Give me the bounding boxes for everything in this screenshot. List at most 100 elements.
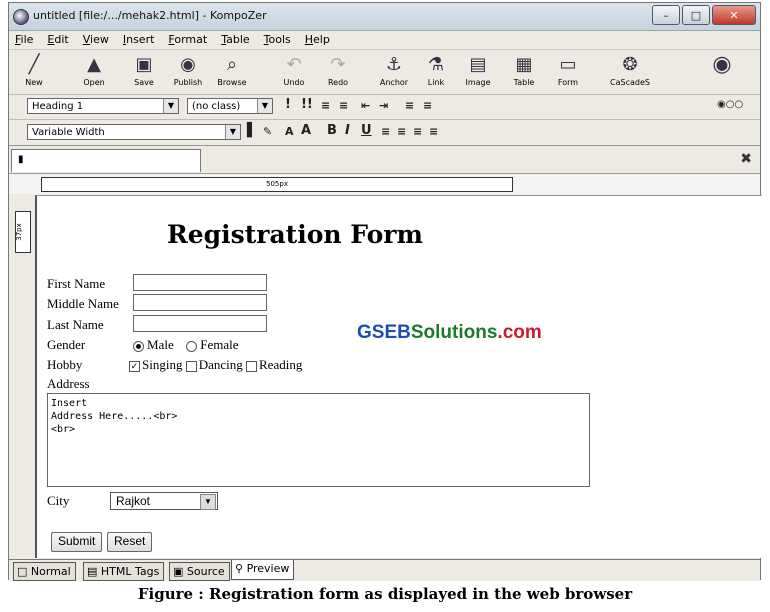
paragraph-format-select[interactable]: Heading 1 ▼ xyxy=(27,98,179,114)
composition-toolbar: ╱ New ▲ Open ▣ Save ◉ Publish ⌕ Browse ↶ Undo ↷ Redo ⚓… xyxy=(9,49,760,95)
definition-desc-icon[interactable]: ≡ xyxy=(423,99,432,112)
minimize-button[interactable]: – xyxy=(652,5,680,25)
document-tab[interactable]: ▮ xyxy=(11,149,201,172)
open-button[interactable]: ▲ Open xyxy=(71,54,117,87)
reset-button[interactable]: Reset xyxy=(107,532,153,552)
table-button[interactable]: ▦ Table xyxy=(501,54,547,87)
status-icons: ◉○○ xyxy=(717,99,744,110)
new-button-label: New xyxy=(25,78,43,87)
male-radio[interactable] xyxy=(133,340,144,352)
menu-format[interactable]: Format xyxy=(168,31,207,49)
ordered-list-icon[interactable]: ≡ xyxy=(339,99,348,112)
menu-help[interactable]: Help xyxy=(305,31,330,49)
anchor-icon: ⚓ xyxy=(385,54,403,75)
hobby-label: Hobby xyxy=(47,357,83,372)
document-tabs: ▮ ✖ xyxy=(9,147,760,173)
link-icon: ⚗ xyxy=(427,54,445,75)
undo-icon: ↶ xyxy=(286,54,302,75)
align-left-icon[interactable]: ≡ xyxy=(381,125,390,138)
width-indicator: 505px xyxy=(41,177,513,192)
redo-button[interactable]: ↷ Redo xyxy=(315,54,361,87)
menu-table[interactable]: Table xyxy=(221,31,249,49)
vertical-ruler: 37px xyxy=(15,211,31,253)
browse-icon: ⌕ xyxy=(226,54,238,75)
definition-term-icon[interactable]: ≡ xyxy=(405,99,414,112)
figure-caption: Figure : Registration form as displayed … xyxy=(137,585,633,603)
last-name-label: Last Name xyxy=(47,317,104,332)
maximize-button[interactable]: □ xyxy=(682,5,710,25)
form-button[interactable]: ▭ Form xyxy=(545,54,591,87)
indent-icon[interactable]: ⇥ xyxy=(379,99,388,112)
menu-edit[interactable]: Edit xyxy=(47,31,68,49)
close-button[interactable]: ✕ xyxy=(712,5,756,25)
window-title: untitled [file:/.../mehak2.html] - Kompo… xyxy=(33,9,267,22)
image-button[interactable]: ▤ Image xyxy=(455,54,501,87)
close-tab-icon[interactable]: ✖ xyxy=(740,151,752,167)
city-select[interactable]: Rajkot ▼ xyxy=(110,492,218,510)
cascades-button-label: CaScadeS xyxy=(610,78,650,87)
dancing-label: Dancing xyxy=(198,357,243,372)
justify-icon[interactable]: ≡ xyxy=(429,125,438,138)
larger-font-icon[interactable]: A xyxy=(301,123,311,138)
first-name-field[interactable] xyxy=(133,274,267,291)
open-button-label: Open xyxy=(83,78,105,87)
new-button[interactable]: ╱ New xyxy=(11,54,57,87)
title-bar: untitled [file:/.../mehak2.html] - Kompo… xyxy=(9,3,760,31)
align-center-icon[interactable]: ≡ xyxy=(397,125,406,138)
image-icon: ▤ xyxy=(469,54,487,75)
source-label: Source xyxy=(186,565,225,578)
submit-button[interactable]: Submit xyxy=(51,532,103,552)
bold-icon[interactable]: B xyxy=(327,123,337,138)
smaller-font-icon[interactable]: A xyxy=(285,125,294,138)
watermark-solutions: Solutions xyxy=(410,322,498,343)
city-label: City xyxy=(47,493,70,508)
gender-options: Male Female xyxy=(133,337,238,353)
edit-area[interactable]: Registration Form First Name Middle Name… xyxy=(35,195,762,558)
italic-icon[interactable]: I xyxy=(345,123,350,138)
browse-button[interactable]: ⌕ Browse xyxy=(209,54,255,87)
tab-normal[interactable]: □ Normal xyxy=(13,562,76,581)
tab-preview[interactable]: ⚲ Preview xyxy=(231,560,295,580)
publish-button[interactable]: ◉ Publish xyxy=(165,54,211,87)
menu-tools[interactable]: Tools xyxy=(264,31,291,49)
open-icon: ▲ xyxy=(87,54,101,75)
singing-checkbox[interactable]: ✓ xyxy=(129,360,140,372)
link-button[interactable]: ⚗ Link xyxy=(413,54,459,87)
unordered-list-icon[interactable]: ≡ xyxy=(321,99,330,112)
align-right-icon[interactable]: ≡ xyxy=(413,125,422,138)
horizontal-ruler: 505px xyxy=(9,173,760,194)
edit-mode-bar: □ Normal ▤ HTML Tags ▣ Source ⚲ Preview xyxy=(9,559,760,581)
height-indicator: 37px xyxy=(14,223,23,241)
menu-view[interactable]: View xyxy=(83,31,109,49)
redo-icon: ↷ xyxy=(330,54,346,75)
class-value: (no class) xyxy=(192,101,241,112)
highlight-icon[interactable]: ✎ xyxy=(263,125,272,138)
last-name-field[interactable] xyxy=(133,315,267,332)
text-color-icon[interactable]: ▌ xyxy=(247,123,257,138)
strong-icon[interactable]: !! xyxy=(301,97,313,112)
font-select[interactable]: Variable Width ▼ xyxy=(27,124,241,140)
dancing-checkbox[interactable] xyxy=(185,360,197,372)
globe-icon: ◉ xyxy=(712,52,732,77)
html-tags-icon: ▤ xyxy=(87,565,101,578)
tab-html-tags[interactable]: ▤ HTML Tags xyxy=(83,562,165,581)
reading-checkbox[interactable] xyxy=(246,360,258,372)
underline-icon[interactable]: U xyxy=(361,123,372,138)
menu-file[interactable]: File xyxy=(15,31,33,49)
menu-insert[interactable]: Insert xyxy=(123,31,155,49)
class-select[interactable]: (no class) ▼ xyxy=(187,98,273,114)
watermark: GSEBSolutions.com xyxy=(357,322,542,344)
address-textarea[interactable]: Insert Address Here.....<br> <br> xyxy=(47,393,590,487)
undo-button[interactable]: ↶ Undo xyxy=(271,54,317,87)
save-button[interactable]: ▣ Save xyxy=(121,54,167,87)
tab-source[interactable]: ▣ Source xyxy=(169,562,230,581)
outdent-icon[interactable]: ⇤ xyxy=(361,99,370,112)
anchor-button[interactable]: ⚓ Anchor xyxy=(371,54,417,87)
middle-name-field[interactable] xyxy=(133,294,267,311)
female-radio[interactable] xyxy=(186,340,198,352)
undo-button-label: Undo xyxy=(283,78,305,87)
save-button-label: Save xyxy=(134,78,154,87)
cascades-button[interactable]: ❂ CaScadeS xyxy=(607,54,653,87)
emphasis-icon[interactable]: ! xyxy=(285,97,291,112)
address-label: Address xyxy=(47,376,90,391)
